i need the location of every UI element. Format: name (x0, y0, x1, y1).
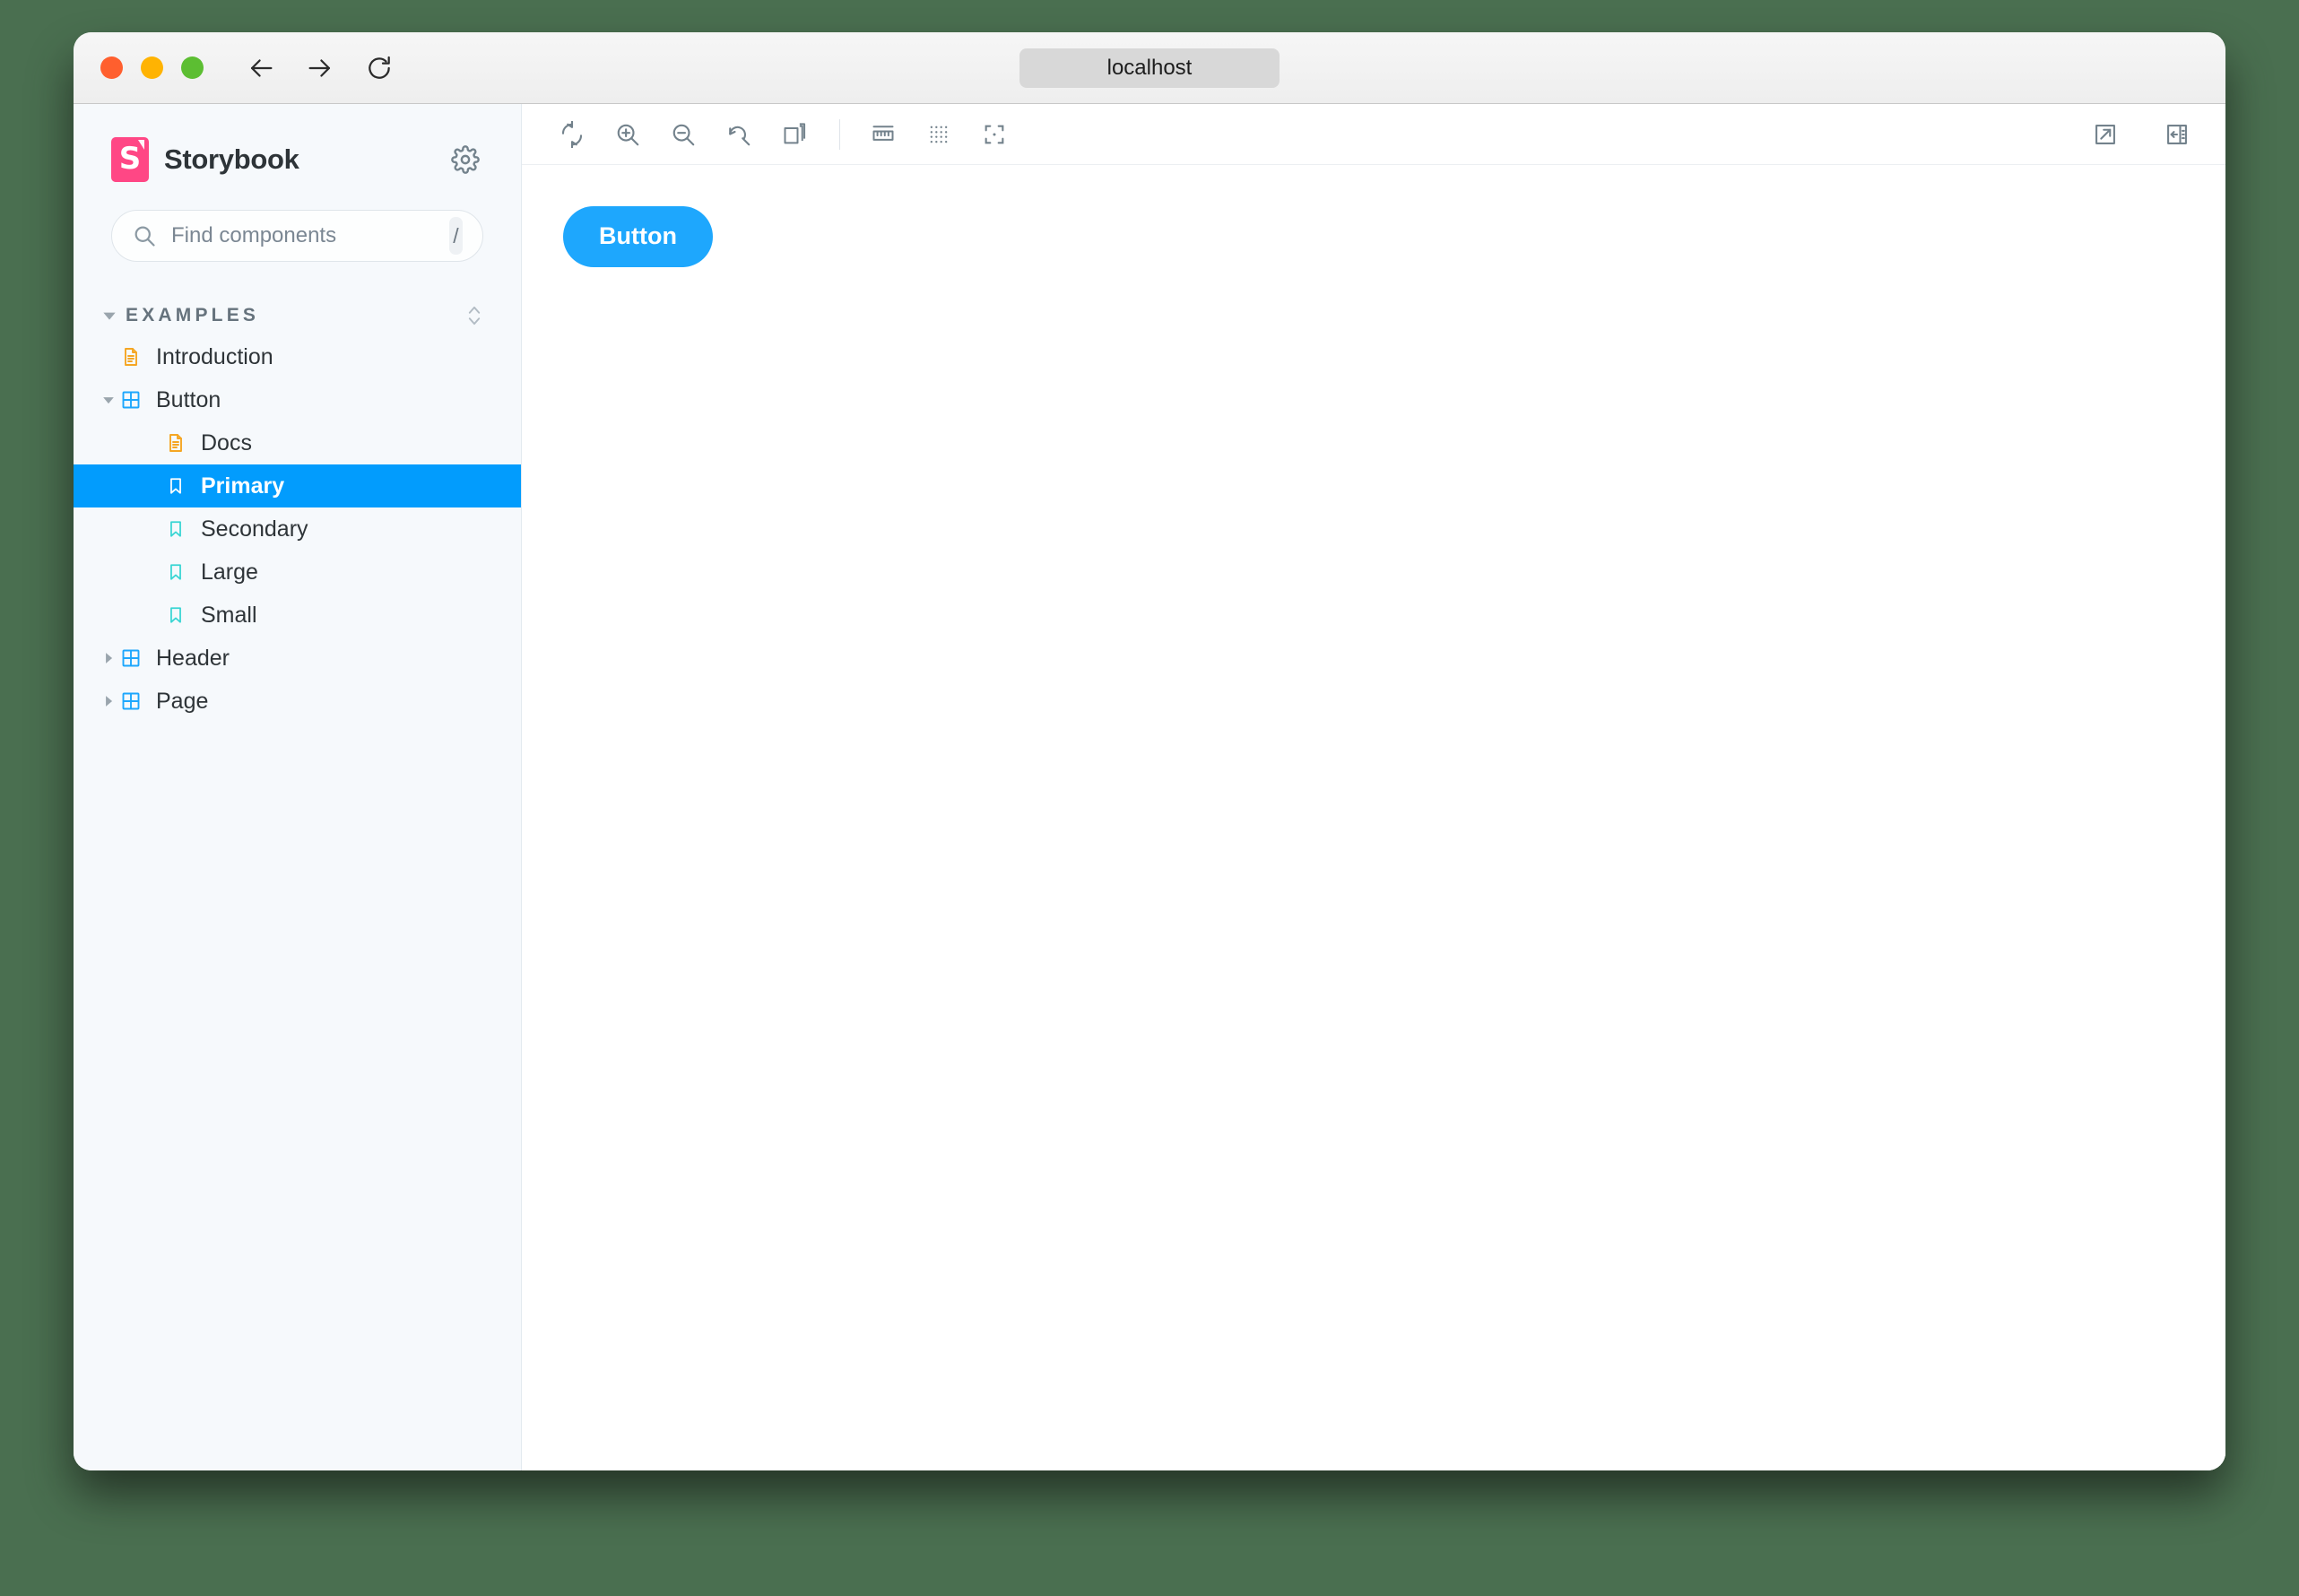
browser-nav-buttons (244, 51, 396, 85)
tree-item-button[interactable]: Button (74, 378, 521, 421)
zoom-out-button[interactable] (660, 111, 707, 158)
search-icon (132, 223, 157, 248)
component-icon (118, 647, 143, 669)
document-icon (118, 346, 143, 368)
brand-name: Storybook (164, 143, 299, 175)
tree-item-page[interactable]: Page (74, 680, 521, 723)
tree-item-label: Introduction (156, 343, 273, 369)
document-icon (163, 432, 188, 454)
caret-right-icon[interactable] (99, 695, 118, 707)
caret-right-icon[interactable] (99, 652, 118, 664)
search-area: / (74, 185, 521, 262)
backgrounds-button[interactable] (771, 111, 818, 158)
traffic-lights (100, 56, 204, 79)
minimize-window-button[interactable] (141, 56, 163, 79)
caret-down-icon[interactable] (99, 308, 120, 323)
toggle-addons-panel-button[interactable] (2154, 111, 2200, 158)
component-icon (118, 389, 143, 411)
outline-button[interactable] (971, 111, 1018, 158)
close-window-button[interactable] (100, 56, 123, 79)
tree-item-label: Primary (201, 473, 285, 499)
gear-icon[interactable] (447, 142, 483, 178)
measure-button[interactable] (860, 111, 907, 158)
tree-item-label: Secondary (201, 516, 308, 542)
toolbar-addons-group (860, 111, 1027, 158)
storybook-brand[interactable]: S Storybook (111, 137, 447, 182)
tree-item-label: Button (156, 386, 221, 412)
canvas-toolbar (522, 104, 2225, 165)
story-primary-button[interactable]: Button (563, 206, 713, 267)
story-preview-canvas: Button (522, 165, 2225, 1470)
toolbar-right-group (2057, 111, 2200, 158)
search-shortcut-badge: / (449, 217, 463, 255)
forward-button[interactable] (303, 51, 337, 85)
url-bar[interactable]: localhost (1019, 48, 1280, 88)
tree-item-primary[interactable]: Primary (74, 464, 521, 507)
tree-item-secondary[interactable]: Secondary (74, 507, 521, 551)
tree-item-header[interactable]: Header (74, 637, 521, 680)
sidebar: S Storybook Find components / EXAMPLES I… (74, 104, 522, 1470)
component-tree: EXAMPLES Introduction Button Docs Primary Se… (74, 296, 521, 1470)
open-canvas-new-tab-button[interactable] (2082, 111, 2129, 158)
tree-item-large[interactable]: Large (74, 551, 521, 594)
storybook-app: S Storybook Find components / EXAMPLES I… (74, 104, 2225, 1470)
tree-items: Introduction Button Docs Primary Secondary La… (74, 335, 521, 723)
component-icon (118, 690, 143, 712)
search-box[interactable]: / (111, 210, 483, 262)
tree-item-label: Docs (201, 429, 252, 455)
logo-letter: S (118, 141, 142, 177)
tree-group-examples[interactable]: EXAMPLES (74, 296, 521, 335)
storybook-logo-icon: S (111, 137, 149, 182)
search-input[interactable] (171, 223, 449, 248)
chevron-up-down-icon[interactable] (465, 304, 483, 327)
bookmark-icon (163, 562, 188, 582)
toolbar-left-group (549, 111, 827, 158)
url-text: localhost (1106, 55, 1193, 80)
caret-down-icon[interactable] (99, 394, 118, 406)
zoom-reset-button[interactable] (716, 111, 762, 158)
bookmark-icon (163, 605, 188, 625)
remount-button[interactable] (549, 111, 595, 158)
tree-item-introduction[interactable]: Introduction (74, 335, 521, 378)
back-button[interactable] (244, 51, 278, 85)
sidebar-header: S Storybook (74, 134, 521, 185)
tree-item-label: Small (201, 602, 257, 628)
main-area: Button (522, 104, 2225, 1470)
bookmark-icon (163, 519, 188, 539)
tree-item-label: Large (201, 559, 258, 585)
tree-group-label: EXAMPLES (126, 305, 260, 325)
maximize-window-button[interactable] (181, 56, 204, 79)
toolbar-divider (839, 118, 840, 150)
bookmark-icon (163, 476, 188, 496)
browser-window: localhost S Storybook Find components / … (74, 32, 2225, 1470)
grid-button[interactable] (915, 111, 962, 158)
zoom-in-button[interactable] (604, 111, 651, 158)
tree-item-label: Page (156, 688, 209, 714)
reload-button[interactable] (362, 51, 396, 85)
browser-titlebar: localhost (74, 32, 2225, 104)
tree-item-small[interactable]: Small (74, 594, 521, 637)
tree-item-docs[interactable]: Docs (74, 421, 521, 464)
tree-item-label: Header (156, 645, 230, 671)
